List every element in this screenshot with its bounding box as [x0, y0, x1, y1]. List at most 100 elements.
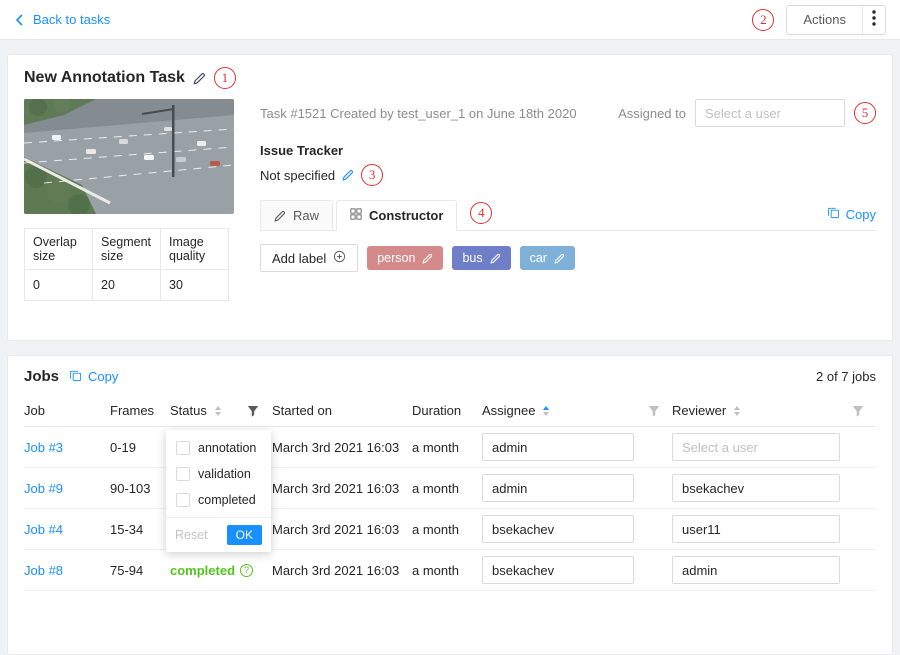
status-cell: completed [170, 563, 247, 578]
frames-cell: 90-103 [110, 481, 170, 496]
labels-tabs: Raw Constructor 4 Copy [260, 200, 876, 231]
kebab-menu-button[interactable] [862, 6, 885, 34]
task-assignee-input[interactable] [695, 99, 845, 127]
top-bar: Back to tasks 2 Actions [0, 0, 900, 40]
reviewer-filter-icon[interactable] [852, 405, 864, 417]
copy-labels-label: Copy [846, 207, 876, 222]
kebab-icon [872, 10, 876, 29]
assignee-input[interactable] [482, 556, 634, 584]
jobs-table-header: Job Frames Status Started on Duration As… [24, 395, 876, 427]
block-icon [350, 208, 362, 223]
assignee-filter-icon[interactable] [648, 405, 660, 417]
filter-option-label: annotation [198, 441, 256, 455]
assignee-input[interactable] [482, 433, 634, 461]
reviewer-sort-icon[interactable] [734, 406, 740, 416]
actions-button-group: Actions [786, 5, 886, 35]
job-link[interactable]: Job #8 [24, 563, 63, 578]
tab-raw[interactable]: Raw [260, 200, 333, 231]
edit-label-icon[interactable] [554, 253, 565, 264]
checkbox-icon[interactable] [176, 467, 190, 481]
chevron-left-icon [14, 14, 26, 26]
reviewer-input[interactable] [672, 556, 840, 584]
edit-label-icon[interactable] [422, 253, 433, 264]
label-chip-person[interactable]: person [367, 246, 443, 270]
plus-circle-icon [333, 250, 346, 266]
status-completed-text: completed [170, 563, 235, 578]
reviewer-input[interactable] [672, 474, 840, 502]
jobs-card: Jobs Copy 2 of 7 jobs Job Frames Status … [7, 355, 893, 655]
frames-cell: 75-94 [110, 563, 170, 578]
frames-cell: 0-19 [110, 440, 170, 455]
callout-5: 5 [854, 102, 876, 124]
callout-3: 3 [361, 164, 383, 186]
callout-4: 4 [470, 202, 492, 224]
status-filter-dropdown: annotation validation completed Reset OK [166, 430, 271, 552]
label-chip-car[interactable]: car [520, 246, 575, 270]
checkbox-icon[interactable] [176, 441, 190, 455]
filter-option-completed[interactable]: completed [166, 487, 271, 513]
copy-labels-link[interactable]: Copy [827, 206, 876, 230]
callout-1: 1 [214, 67, 236, 89]
assignee-sort-icon[interactable] [543, 406, 549, 416]
issue-tracker-label: Issue Tracker [260, 143, 876, 158]
started-cell: March 3rd 2021 16:03 [272, 440, 412, 455]
col-status: Status [170, 403, 207, 418]
filter-ok-button[interactable]: OK [227, 525, 262, 545]
assignee-input[interactable] [482, 474, 634, 502]
filter-option-label: validation [198, 467, 251, 481]
copy-jobs-link[interactable]: Copy [69, 369, 118, 385]
jobs-count: 2 of 7 jobs [816, 369, 876, 384]
table-row: Job #4 15-34 March 3rd 2021 16:03 a mont… [24, 509, 876, 550]
actions-button[interactable]: Actions [787, 6, 862, 34]
edit-label-icon[interactable] [490, 253, 501, 264]
label-chip-bus-name: bus [462, 251, 482, 265]
param-value-overlap: 0 [25, 270, 93, 301]
copy-icon [827, 206, 840, 222]
assigned-to-label: Assigned to [618, 106, 686, 121]
filter-option-validation[interactable]: validation [166, 461, 271, 487]
task-parameters-table: Overlap size Segment size Image quality … [24, 228, 229, 301]
job-link[interactable]: Job #4 [24, 522, 63, 537]
col-assignee: Assignee [482, 403, 535, 418]
frames-cell: 15-34 [110, 522, 170, 537]
back-to-tasks-label: Back to tasks [33, 12, 110, 27]
filter-option-annotation[interactable]: annotation [166, 435, 271, 461]
add-label-button[interactable]: Add label [260, 244, 358, 272]
col-reviewer: Reviewer [672, 403, 726, 418]
back-to-tasks-link[interactable]: Back to tasks [14, 12, 110, 27]
jobs-title: Jobs [24, 368, 59, 385]
started-cell: March 3rd 2021 16:03 [272, 563, 412, 578]
label-chip-bus[interactable]: bus [452, 246, 510, 270]
assignee-input[interactable] [482, 515, 634, 543]
col-started: Started on [272, 403, 412, 418]
job-link[interactable]: Job #3 [24, 440, 63, 455]
job-link[interactable]: Job #9 [24, 481, 63, 496]
param-header-segment: Segment size [93, 229, 161, 270]
label-chip-car-name: car [530, 251, 547, 265]
tab-constructor-label: Constructor [369, 208, 443, 223]
issue-tracker-value: Not specified [260, 168, 335, 183]
label-chip-person-name: person [377, 251, 415, 265]
edit-issue-tracker-icon[interactable] [342, 169, 354, 181]
param-value-quality: 30 [161, 270, 229, 301]
col-job: Job [24, 403, 110, 418]
status-filter-icon[interactable] [247, 405, 259, 417]
col-frames: Frames [110, 403, 170, 418]
reviewer-input[interactable] [672, 515, 840, 543]
copy-jobs-label: Copy [88, 369, 118, 384]
task-title: New Annotation Task [24, 69, 185, 87]
task-details-card: New Annotation Task 1 [7, 54, 893, 341]
question-circle-icon[interactable] [240, 564, 253, 577]
tab-constructor[interactable]: Constructor [336, 200, 457, 231]
status-sort-icon[interactable] [215, 406, 221, 416]
tab-raw-label: Raw [293, 208, 319, 223]
table-row: Job #3 0-19 March 3rd 2021 16:03 a month [24, 427, 876, 468]
filter-reset-button[interactable]: Reset [175, 528, 208, 542]
col-duration: Duration [412, 403, 482, 418]
started-cell: March 3rd 2021 16:03 [272, 522, 412, 537]
param-header-quality: Image quality [161, 229, 229, 270]
edit-title-icon[interactable] [193, 72, 206, 85]
checkbox-icon[interactable] [176, 493, 190, 507]
reviewer-input[interactable] [672, 433, 840, 461]
pencil-icon [274, 210, 286, 222]
